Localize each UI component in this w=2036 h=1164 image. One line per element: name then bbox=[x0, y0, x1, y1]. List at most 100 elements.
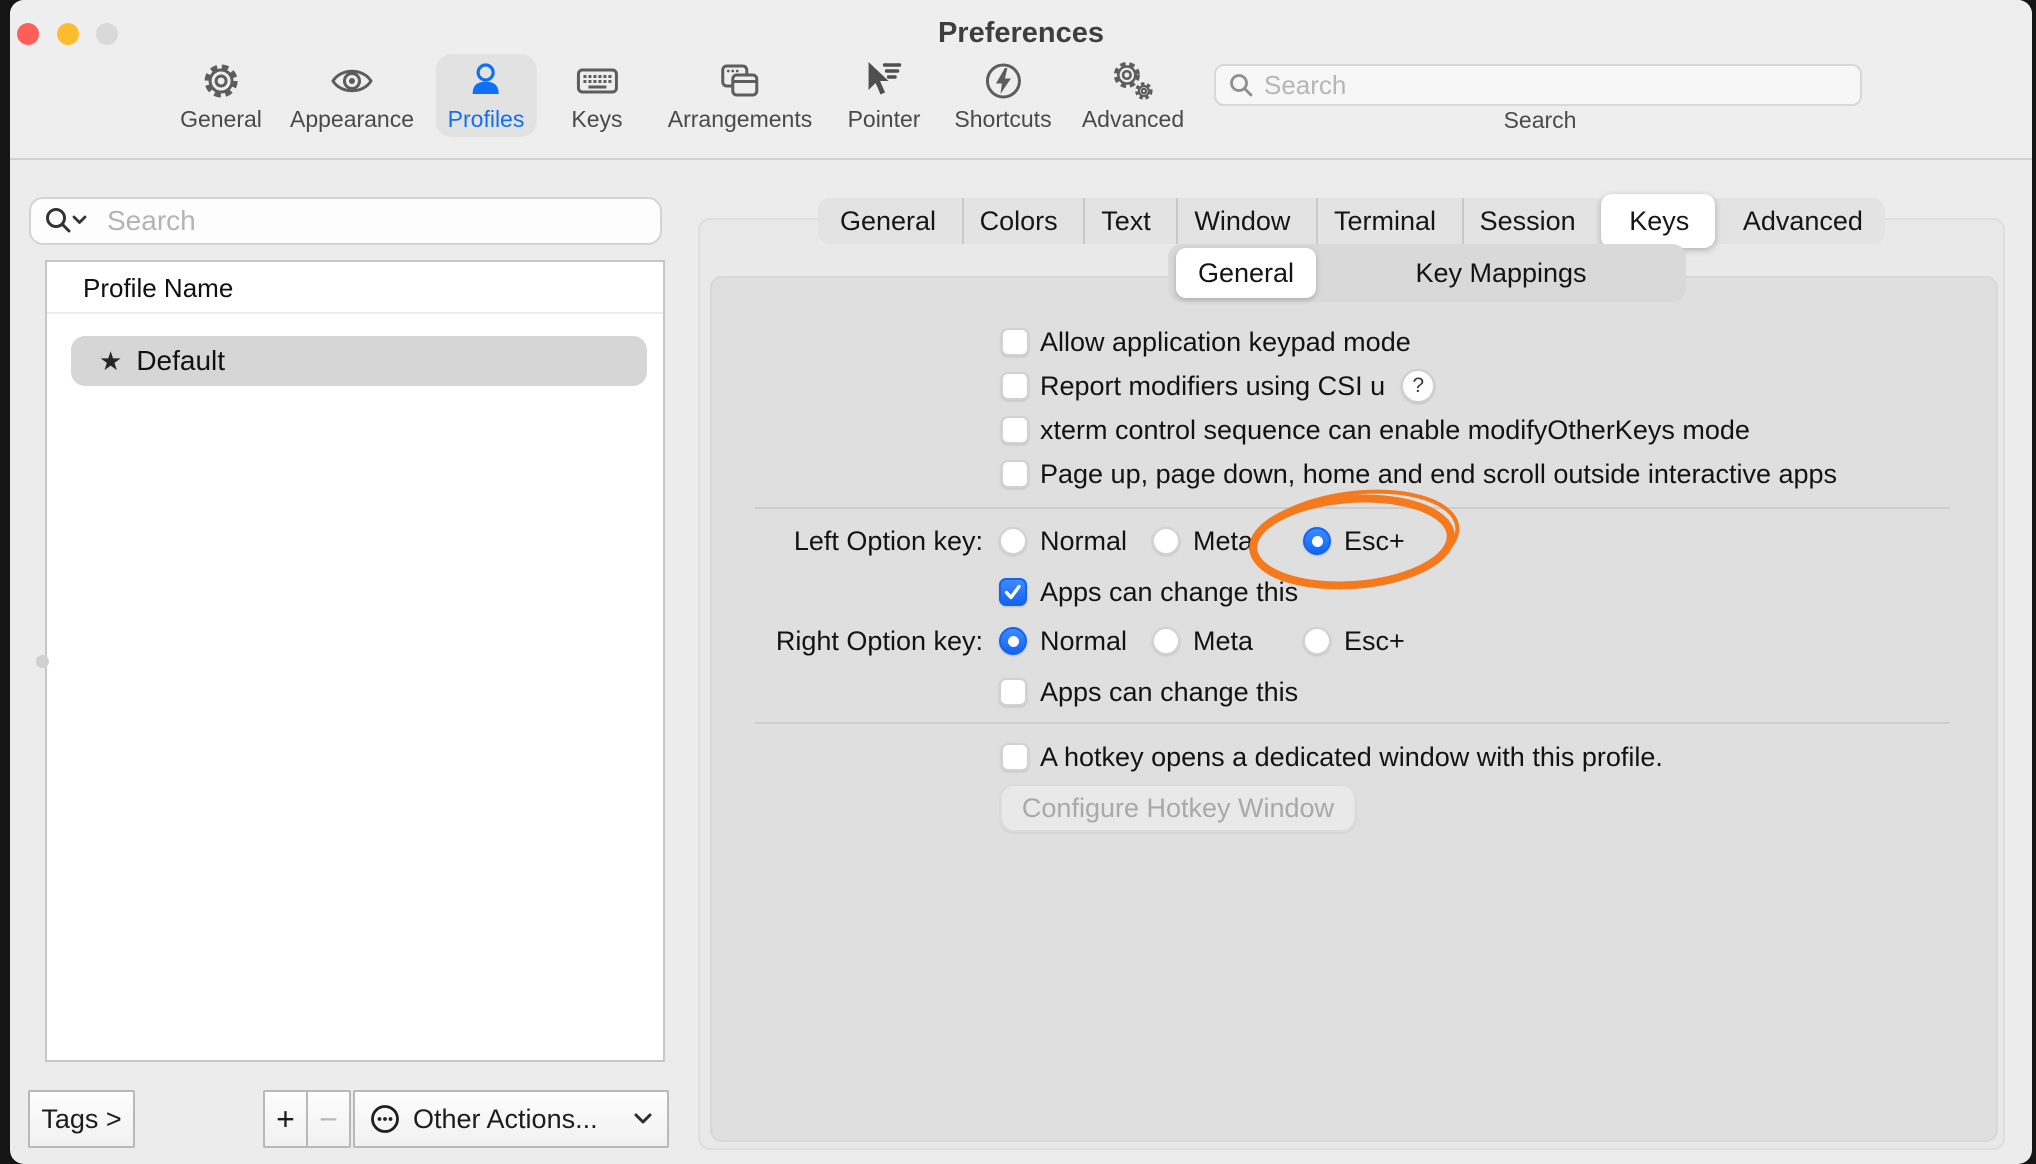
section-divider bbox=[755, 722, 1950, 724]
checkbox-label: Allow application keypad mode bbox=[1040, 327, 1411, 358]
checkbox-right-apps-can-change[interactable] bbox=[999, 678, 1027, 706]
tab-advanced[interactable]: Advanced bbox=[1725, 198, 1879, 244]
tab-terminal[interactable]: Terminal bbox=[1316, 198, 1452, 244]
radio-label: Esc+ bbox=[1344, 626, 1405, 657]
toolbar-label: Pointer bbox=[848, 106, 921, 133]
tab-session[interactable]: Session bbox=[1462, 198, 1592, 244]
toolbar-label: Appearance bbox=[290, 106, 414, 133]
eye-icon bbox=[330, 59, 374, 103]
tags-button-label: Tags > bbox=[41, 1104, 121, 1135]
radio-right-option-esc[interactable] bbox=[1303, 627, 1331, 655]
toolbar-item-keys[interactable]: Keys bbox=[559, 54, 634, 137]
gears-icon bbox=[1111, 59, 1155, 103]
right-apps-can-change-row[interactable]: Apps can change this bbox=[10, 670, 2032, 714]
radio-right-option-normal[interactable] bbox=[999, 627, 1027, 655]
lightning-bolt-icon bbox=[981, 59, 1025, 103]
checkbox-label: Report modifiers using CSI u bbox=[1040, 371, 1385, 402]
person-icon bbox=[464, 59, 508, 103]
left-apps-can-change-row[interactable]: Apps can change this bbox=[10, 570, 2032, 614]
toolbar-label: Keys bbox=[571, 106, 622, 133]
tab-keys[interactable]: Keys bbox=[1601, 194, 1715, 248]
toolbar-label: Arrangements bbox=[668, 106, 812, 133]
toolbar-item-general[interactable]: General bbox=[168, 54, 274, 137]
gear-icon bbox=[199, 59, 243, 103]
toolbar-region: Preferences General Appearance bbox=[10, 0, 2032, 160]
other-actions-label: Other Actions... bbox=[413, 1104, 633, 1135]
circled-ellipsis-icon bbox=[369, 1103, 401, 1135]
checkbox-csi-u[interactable] bbox=[1001, 372, 1029, 400]
checkbox-label: Apps can change this bbox=[1040, 677, 1298, 708]
toolbar-item-arrangements[interactable]: Arrangements bbox=[656, 54, 824, 137]
checkbox-row-csi-u[interactable]: Report modifiers using CSI u ? bbox=[10, 364, 2032, 408]
toolbar-item-profiles[interactable]: Profiles bbox=[436, 54, 537, 137]
toolbar-item-advanced[interactable]: Advanced bbox=[1070, 54, 1196, 137]
other-actions-dropdown[interactable]: Other Actions... bbox=[353, 1090, 669, 1148]
radio-label: Meta bbox=[1193, 526, 1253, 557]
checkbox-label: Apps can change this bbox=[1040, 577, 1298, 608]
section-divider bbox=[755, 507, 1950, 509]
tags-button[interactable]: Tags > bbox=[28, 1090, 135, 1148]
tab-colors[interactable]: Colors bbox=[962, 198, 1074, 244]
profile-list-header: Profile Name bbox=[47, 262, 663, 314]
configure-hotkey-window-button[interactable]: Configure Hotkey Window bbox=[1000, 784, 1356, 832]
preferences-window: Preferences General Appearance bbox=[10, 0, 2032, 1164]
profile-search-input[interactable] bbox=[107, 205, 648, 237]
keys-subtab-bar: General Key Mappings bbox=[1168, 244, 1686, 302]
toolbar-search-caption: Search bbox=[1504, 107, 1577, 134]
checkbox-label: Page up, page down, home and end scroll … bbox=[1040, 459, 1837, 490]
toolbar-search-input[interactable] bbox=[1264, 70, 1848, 101]
subtab-key-mappings[interactable]: Key Mappings bbox=[1316, 244, 1686, 302]
keyboard-icon bbox=[575, 59, 619, 103]
checkbox-left-apps-can-change[interactable] bbox=[999, 578, 1027, 606]
tab-text[interactable]: Text bbox=[1083, 198, 1167, 244]
cursor-icon bbox=[862, 59, 906, 103]
checkbox-allow-keypad[interactable] bbox=[1001, 328, 1029, 356]
toolbar-item-appearance[interactable]: Appearance bbox=[278, 54, 426, 137]
radio-right-option-meta[interactable] bbox=[1152, 627, 1180, 655]
profile-tab-bar: General Colors Text Window Terminal Sess… bbox=[818, 198, 1885, 244]
profile-search-field[interactable] bbox=[29, 197, 662, 245]
windows-stack-icon bbox=[718, 59, 762, 103]
checkbox-label: xterm control sequence can enable modify… bbox=[1040, 415, 1750, 446]
radio-left-option-normal[interactable] bbox=[999, 527, 1027, 555]
subtab-general[interactable]: General bbox=[1176, 248, 1316, 298]
checkbox-page-scroll[interactable] bbox=[1001, 460, 1029, 488]
checkbox-row-modify-other-keys[interactable]: xterm control sequence can enable modify… bbox=[10, 408, 2032, 452]
window-title: Preferences bbox=[10, 17, 2032, 50]
toolbar-label: Profiles bbox=[448, 106, 525, 133]
chevron-down-icon bbox=[633, 1112, 653, 1126]
search-icon bbox=[1228, 72, 1254, 98]
checkbox-hotkey-window[interactable] bbox=[1001, 743, 1029, 771]
toolbar-item-pointer[interactable]: Pointer bbox=[836, 54, 933, 137]
radio-label: Normal bbox=[1040, 626, 1127, 657]
add-profile-button[interactable]: + bbox=[263, 1090, 308, 1148]
tab-window[interactable]: Window bbox=[1176, 198, 1306, 244]
checkbox-modify-other-keys[interactable] bbox=[1001, 416, 1029, 444]
toolbar-label: General bbox=[180, 106, 262, 133]
configure-hotkey-label: Configure Hotkey Window bbox=[1022, 793, 1334, 824]
left-option-key-row: Left Option key: Normal Meta Esc+ bbox=[10, 519, 2032, 563]
right-option-key-row: Right Option key: Normal Meta Esc+ bbox=[10, 619, 2032, 663]
left-option-key-label: Left Option key: bbox=[663, 519, 983, 563]
plus-icon: + bbox=[276, 1101, 295, 1138]
tab-general[interactable]: General bbox=[824, 198, 952, 244]
toolbar-item-shortcuts[interactable]: Shortcuts bbox=[942, 54, 1063, 137]
radio-left-option-meta[interactable] bbox=[1152, 527, 1180, 555]
radio-label: Meta bbox=[1193, 626, 1253, 657]
toolbar-label: Shortcuts bbox=[954, 106, 1051, 133]
help-button[interactable]: ? bbox=[1401, 369, 1435, 403]
radio-label: Esc+ bbox=[1344, 526, 1405, 557]
toolbar-search-field[interactable] bbox=[1214, 64, 1862, 106]
checkbox-label: A hotkey opens a dedicated window with t… bbox=[1040, 742, 1663, 773]
checkbox-row-keypad-mode[interactable]: Allow application keypad mode bbox=[10, 320, 2032, 364]
radio-left-option-esc[interactable] bbox=[1303, 527, 1331, 555]
check-icon bbox=[1002, 583, 1024, 603]
search-chevron-icon bbox=[43, 206, 97, 236]
right-option-key-label: Right Option key: bbox=[663, 619, 983, 663]
toolbar-label: Advanced bbox=[1082, 106, 1184, 133]
minus-icon: − bbox=[319, 1101, 338, 1138]
help-glyph: ? bbox=[1412, 374, 1424, 398]
checkbox-row-page-scroll[interactable]: Page up, page down, home and end scroll … bbox=[10, 452, 2032, 496]
radio-label: Normal bbox=[1040, 526, 1127, 557]
hotkey-checkbox-row[interactable]: A hotkey opens a dedicated window with t… bbox=[10, 735, 2032, 779]
